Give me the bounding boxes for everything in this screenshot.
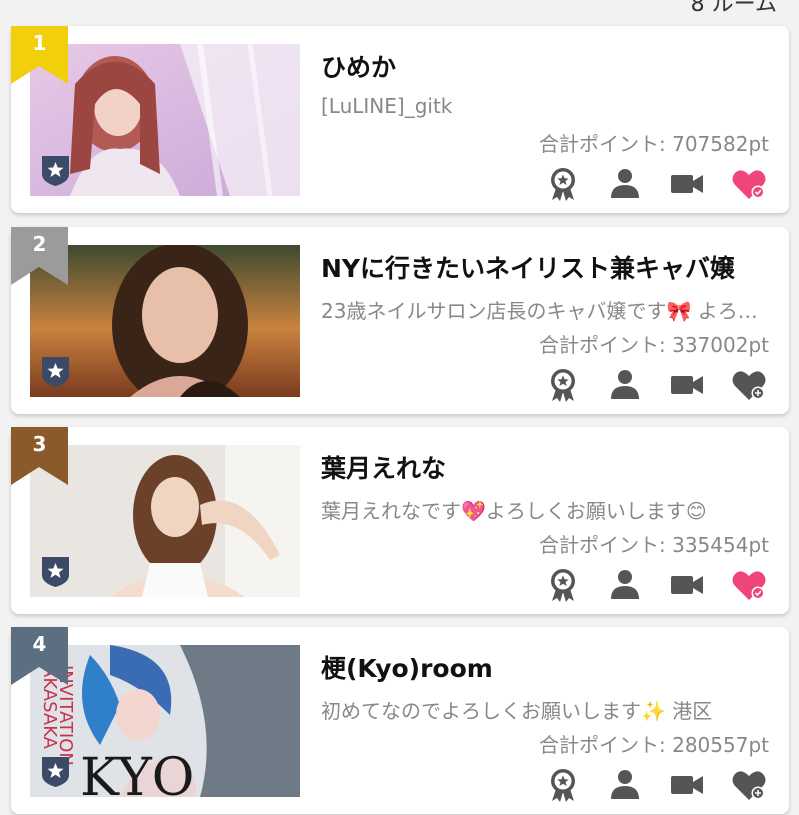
points-value: 707582pt bbox=[672, 132, 769, 156]
room-name[interactable]: 葉月えれな bbox=[321, 449, 771, 485]
rank-number: 1 bbox=[32, 31, 47, 55]
rank-ribbon: 1 bbox=[11, 26, 68, 84]
rank-number: 2 bbox=[32, 232, 47, 256]
svg-text:KYO: KYO bbox=[80, 748, 194, 797]
total-points: 合計ポイント: 337002pt bbox=[539, 329, 769, 358]
points-label: 合計ポイント: bbox=[539, 132, 666, 156]
room-subtitle: 葉月えれなです💖よろしくお願いします😊 bbox=[321, 499, 707, 523]
room-count: 8 ルーム bbox=[690, 0, 777, 17]
video-camera-icon[interactable] bbox=[669, 767, 705, 803]
room-name[interactable]: 梗(Kyo)room bbox=[321, 649, 771, 685]
rank-ribbon: 4 bbox=[11, 627, 68, 685]
total-points: 合計ポイント: 335454pt bbox=[539, 529, 769, 558]
person-icon[interactable] bbox=[607, 367, 643, 403]
total-points: 合計ポイント: 707582pt bbox=[539, 128, 769, 157]
room-card[interactable]: 1 ひめか [LuLINE]_gitk 合計ポイント: 707582pt bbox=[11, 26, 789, 213]
person-icon[interactable] bbox=[607, 166, 643, 202]
heart-icon[interactable] bbox=[731, 166, 767, 202]
rank-ribbon: 3 bbox=[11, 427, 68, 485]
room-card[interactable]: 3 葉月えれな 葉月えれなです💖よろしくお願いします😊 合計ポイント: 3354… bbox=[11, 427, 789, 614]
star-shield-icon bbox=[40, 154, 71, 187]
room-card[interactable]: 2 NYに行きたいネイリスト兼キャバ嬢 23歳ネイルサロン店長のキャバ嬢です🎀 … bbox=[11, 227, 789, 414]
room-actions bbox=[545, 367, 767, 403]
points-label: 合計ポイント: bbox=[539, 333, 666, 357]
room-actions bbox=[545, 567, 767, 603]
room-name[interactable]: ひめか bbox=[321, 48, 771, 84]
rank-number: 3 bbox=[32, 432, 47, 456]
room-card[interactable]: AKASAKA INVITATION KYO 4 梗(Kyo)room 初めてな… bbox=[11, 627, 789, 814]
points-label: 合計ポイント: bbox=[539, 733, 666, 757]
person-icon[interactable] bbox=[607, 767, 643, 803]
points-value: 337002pt bbox=[672, 333, 769, 357]
award-icon[interactable] bbox=[545, 567, 581, 603]
video-camera-icon[interactable] bbox=[669, 367, 705, 403]
award-icon[interactable] bbox=[545, 767, 581, 803]
video-camera-icon[interactable] bbox=[669, 166, 705, 202]
points-label: 合計ポイント: bbox=[539, 533, 666, 557]
room-actions bbox=[545, 166, 767, 202]
room-name[interactable]: NYに行きたいネイリスト兼キャバ嬢 bbox=[321, 249, 771, 285]
person-icon[interactable] bbox=[607, 567, 643, 603]
room-subtitle: 初めてなのでよろしくお願いします✨ 港区 bbox=[321, 699, 713, 723]
rank-ribbon: 2 bbox=[11, 227, 68, 285]
room-subtitle: 23歳ネイルサロン店長のキャバ嬢です🎀 よろしく bbox=[321, 299, 771, 323]
room-actions bbox=[545, 767, 767, 803]
star-shield-icon bbox=[40, 755, 71, 788]
rank-number: 4 bbox=[32, 632, 47, 656]
heart-icon[interactable] bbox=[731, 767, 767, 803]
star-shield-icon bbox=[40, 355, 71, 388]
award-icon[interactable] bbox=[545, 367, 581, 403]
points-value: 335454pt bbox=[672, 533, 769, 557]
heart-icon[interactable] bbox=[731, 567, 767, 603]
award-icon[interactable] bbox=[545, 166, 581, 202]
total-points: 合計ポイント: 280557pt bbox=[539, 729, 769, 758]
video-camera-icon[interactable] bbox=[669, 567, 705, 603]
star-shield-icon bbox=[40, 555, 71, 588]
points-value: 280557pt bbox=[672, 733, 769, 757]
room-subtitle: [LuLINE]_gitk bbox=[321, 94, 453, 118]
heart-icon[interactable] bbox=[731, 367, 767, 403]
